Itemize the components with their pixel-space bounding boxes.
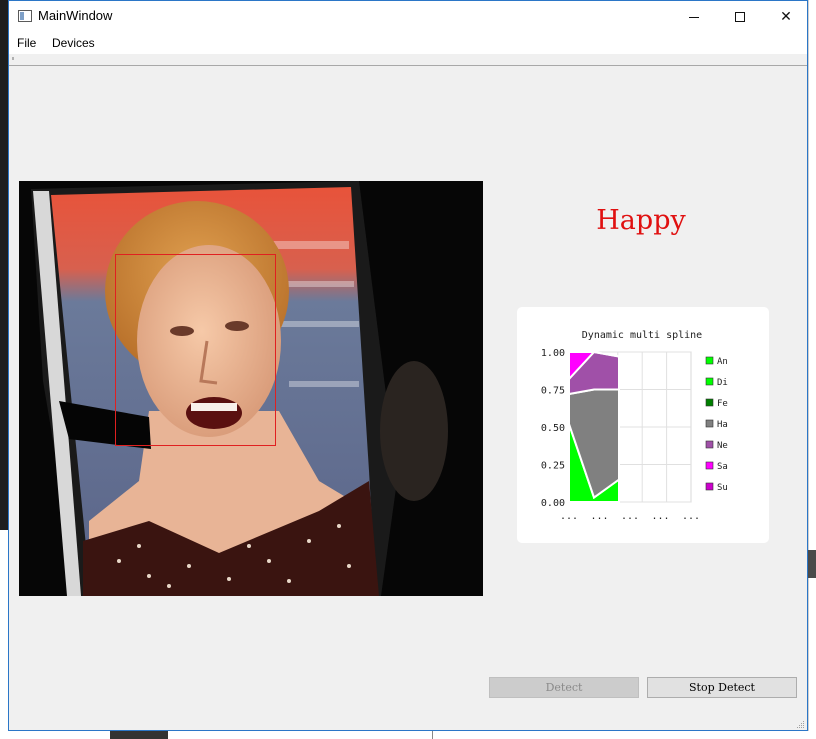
camera-feed: [19, 181, 483, 596]
legend-label: An: [717, 357, 728, 367]
stop-detect-button[interactable]: Stop Detect: [647, 677, 797, 698]
menu-devices[interactable]: Devices: [52, 36, 95, 50]
legend-label: Sa: [717, 462, 728, 472]
maximize-button[interactable]: [717, 1, 763, 31]
legend-swatch: [705, 398, 714, 407]
close-icon: ✕: [780, 8, 792, 24]
y-tick-label: 0.25: [541, 461, 565, 472]
menu-bar: File Devices: [9, 32, 807, 54]
title-bar[interactable]: MainWindow ✕: [9, 1, 807, 32]
x-tick-label: ...: [560, 511, 578, 522]
x-tick-label: ...: [651, 511, 669, 522]
x-tick-label: ...: [590, 511, 608, 522]
legend-swatch: [705, 356, 714, 365]
emotion-chart: Dynamic multi spline 1.00 0.75 0.50 0.25 0.0…: [517, 307, 769, 543]
background-divider: [432, 731, 433, 739]
y-tick-label: 0.00: [541, 498, 565, 509]
x-tick-label: ...: [621, 511, 639, 522]
y-tick-label: 1.00: [541, 348, 565, 359]
legend-label: Ne: [717, 441, 728, 451]
maximize-icon: [735, 12, 745, 23]
legend-label: Di: [717, 378, 728, 388]
chart-title: Dynamic multi spline: [582, 330, 702, 341]
detect-button[interactable]: Detect: [489, 677, 639, 698]
toolbar-divider: [9, 65, 807, 66]
background-tab: [110, 731, 168, 739]
legend-label: Ha: [717, 420, 728, 430]
legend-swatch: [705, 419, 714, 428]
close-button[interactable]: ✕: [763, 1, 809, 31]
background-editor: [0, 530, 8, 739]
background-editor-right: [808, 0, 816, 739]
legend-swatch: [705, 482, 714, 491]
resize-grip-icon[interactable]: [795, 719, 805, 729]
minimize-icon: [689, 16, 699, 18]
background-panel: [808, 550, 816, 578]
legend-label: Fe: [717, 399, 728, 409]
main-window: MainWindow ✕ File Devices Happy Dynamic …: [8, 0, 808, 731]
chart-canvas: Dynamic multi spline 1.00 0.75 0.50 0.25 0.0…: [541, 330, 728, 522]
minimize-button[interactable]: [671, 1, 717, 31]
x-tick-label: ...: [682, 511, 700, 522]
app-window-icon: [18, 10, 32, 22]
legend-swatch: [705, 377, 714, 386]
legend-label: Su: [717, 483, 728, 493]
emotion-label: Happy: [596, 205, 686, 236]
legend-swatch: [705, 461, 714, 470]
legend-swatch: [705, 440, 714, 449]
y-tick-label: 0.50: [541, 423, 565, 434]
menu-file[interactable]: File: [17, 36, 36, 50]
toolbar-handle: [12, 57, 14, 60]
window-title: MainWindow: [38, 8, 113, 23]
face-detection-box: [115, 254, 276, 446]
chart-series-areas: [568, 350, 620, 503]
chart-legend: An Di Fe Ha Ne Sa Su: [705, 356, 728, 493]
y-tick-label: 0.75: [541, 386, 565, 397]
